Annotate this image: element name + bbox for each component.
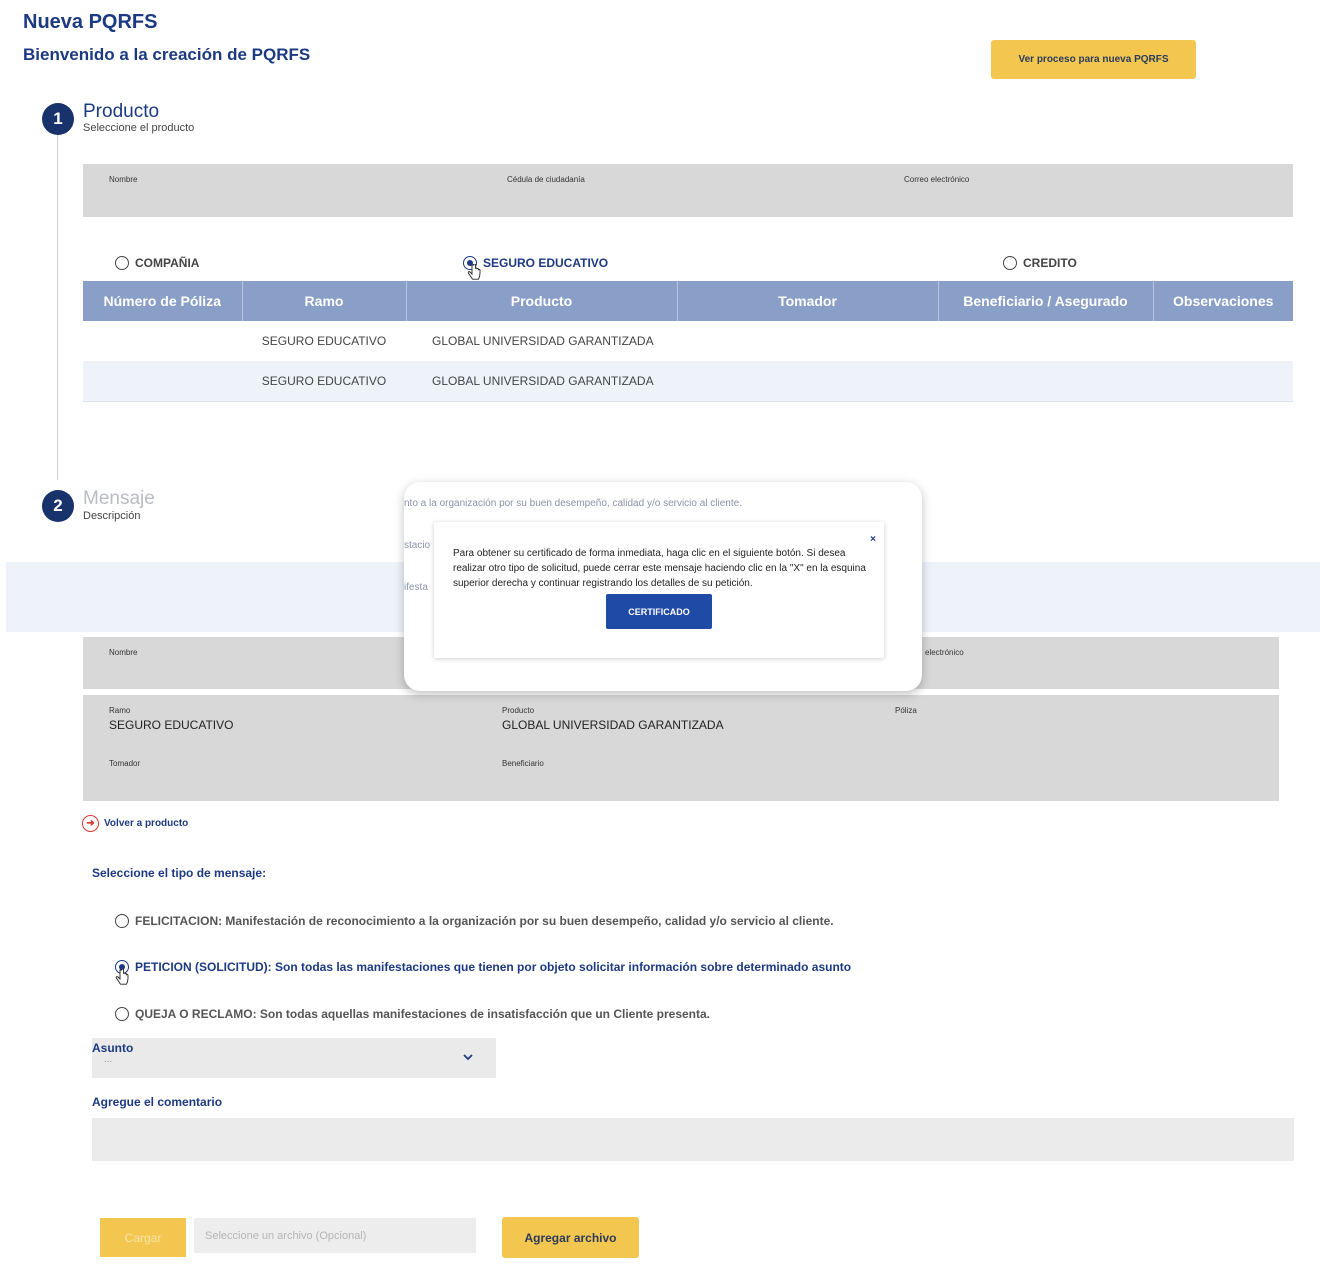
file-input[interactable] xyxy=(194,1218,476,1253)
table-cell xyxy=(1153,361,1293,402)
name-label-2: Nombre xyxy=(109,648,138,657)
page-subtitle: Bienvenido a la creación de PQRFS xyxy=(23,45,311,64)
asunto-select[interactable] xyxy=(92,1038,496,1078)
arrow-right-icon: ➜ xyxy=(82,815,99,832)
page-title: Nueva PQRFS xyxy=(23,11,158,33)
producto-label: Producto xyxy=(502,706,535,715)
radio-label: QUEJA O RECLAMO: Son todas aquellas mani… xyxy=(135,1007,711,1021)
table-cell xyxy=(677,361,938,402)
step-1-title: Producto xyxy=(83,101,160,122)
radio-circle[interactable] xyxy=(1003,256,1017,270)
ramo-label: Ramo xyxy=(109,706,131,715)
column-header-producto: Producto xyxy=(406,281,678,321)
message-radio-queja[interactable]: QUEJA O RECLAMO: Son todas aquellas mani… xyxy=(115,1007,710,1021)
table-cell: GLOBAL UNIVERSIDAD GARANTIZADA xyxy=(432,334,654,348)
column-header-beneficiario: Beneficiario / Asegurado xyxy=(938,281,1154,321)
step-2-badge: 2 xyxy=(42,490,74,522)
email-label: Correo electrónico xyxy=(904,175,970,184)
comment-label: Agregue el comentario xyxy=(92,1095,223,1109)
table-row[interactable]: SEGURO EDUCATIVO GLOBAL UNIVERSIDAD GARA… xyxy=(83,361,1293,402)
step-connector-line xyxy=(57,130,58,480)
id-label: Cédula de ciudadanía xyxy=(507,175,585,184)
obscured-text-queja: ifesta xyxy=(404,582,428,593)
certificate-dialog: × Para obtener su certificado de forma i… xyxy=(434,522,884,658)
client-info-panel xyxy=(83,164,1293,217)
producto-value: GLOBAL UNIVERSIDAD GARANTIZADA xyxy=(502,718,724,732)
message-radio-peticion[interactable]: PETICION (SOLICITUD): Son todas las mani… xyxy=(115,960,851,974)
back-to-product-link[interactable]: ➜ Volver a producto xyxy=(82,815,188,832)
radio-label: CREDITO xyxy=(1023,256,1077,270)
hand-cursor-icon xyxy=(115,969,129,985)
column-header-observaciones: Observaciones xyxy=(1153,281,1293,321)
radio-circle[interactable] xyxy=(115,1007,129,1021)
asunto-value: ... xyxy=(104,1054,113,1065)
load-button[interactable]: Cargar xyxy=(100,1218,186,1257)
certificate-button[interactable]: CERTIFICADO xyxy=(606,594,712,629)
table-cell: SEGURO EDUCATIVO xyxy=(242,361,406,402)
radio-label: COMPAÑIA xyxy=(135,256,200,270)
beneficiario-label: Beneficiario xyxy=(502,759,544,768)
column-header-policy-number: Número de Póliza xyxy=(83,281,243,321)
radio-label: FELICITACION: Manifestación de reconocim… xyxy=(135,914,834,928)
step-2-title: Mensaje xyxy=(83,488,155,509)
obscured-text-felicitacion: nto a la organización por su buen desemp… xyxy=(404,498,742,509)
obscured-text-peticion: stacio xyxy=(404,540,431,551)
policies-table: Número de Póliza Ramo Producto Tomador B… xyxy=(83,281,1293,402)
product-radio-credito[interactable]: CREDITO xyxy=(1003,256,1077,270)
message-radio-felicitacion[interactable]: FELICITACION: Manifestación de reconocim… xyxy=(115,914,834,928)
poliza-label: Póliza xyxy=(895,706,917,715)
table-cell xyxy=(83,361,242,402)
radio-circle[interactable] xyxy=(115,256,129,270)
table-cell xyxy=(938,321,1153,361)
table-row[interactable]: SEGURO EDUCATIVO GLOBAL UNIVERSIDAD GARA… xyxy=(83,321,1293,361)
name-label: Nombre xyxy=(109,175,138,184)
table-cell xyxy=(677,321,938,361)
table-cell: GLOBAL UNIVERSIDAD GARANTIZADA xyxy=(406,361,677,402)
radio-label: SEGURO EDUCATIVO xyxy=(483,256,609,270)
comment-textarea[interactable] xyxy=(92,1118,1294,1161)
column-header-tomador: Tomador xyxy=(677,281,939,321)
radio-circle[interactable] xyxy=(115,914,129,928)
table-cell: SEGURO EDUCATIVO xyxy=(261,334,387,348)
back-link-label: Volver a producto xyxy=(104,818,189,829)
add-file-button[interactable]: Agregar archivo xyxy=(502,1217,639,1258)
close-icon[interactable]: × xyxy=(870,534,876,545)
chevron-down-icon[interactable] xyxy=(461,1050,475,1064)
step-1-badge: 1 xyxy=(42,103,74,135)
column-header-ramo: Ramo xyxy=(242,281,407,321)
table-cell xyxy=(938,361,1153,402)
product-radio-seguro-educativo[interactable]: SEGURO EDUCATIVO xyxy=(463,256,608,270)
radio-label: PETICION (SOLICITUD): Son todas las mani… xyxy=(135,960,852,974)
table-cell xyxy=(83,321,242,361)
tomador-label: Tomador xyxy=(109,759,141,768)
step-2-description: Descripción xyxy=(83,510,141,522)
table-cell xyxy=(1153,321,1293,361)
asunto-label: Asunto xyxy=(92,1041,134,1055)
dialog-message: Para obtener su certificado de forma inm… xyxy=(453,548,866,589)
product-radio-compania[interactable]: COMPAÑIA xyxy=(115,256,199,270)
email-label-2: electrónico xyxy=(925,648,964,657)
view-process-button[interactable]: Ver proceso para nueva PQRFS xyxy=(991,40,1196,79)
policy-details-panel xyxy=(83,695,1279,801)
ramo-value: SEGURO EDUCATIVO xyxy=(109,718,234,732)
hand-cursor-icon xyxy=(467,264,481,280)
step-1-description: Seleccione el producto xyxy=(83,122,195,134)
message-type-label: Seleccione el tipo de mensaje: xyxy=(92,866,267,880)
